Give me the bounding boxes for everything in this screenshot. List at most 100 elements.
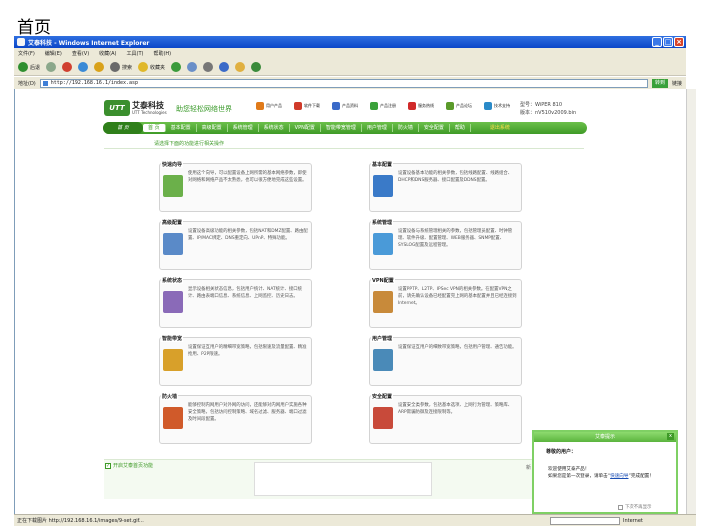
top-link-label: 软件下载 [304, 103, 320, 108]
card-title[interactable]: 系统状态 [161, 277, 184, 284]
card-title[interactable]: 安全配置 [371, 393, 394, 400]
card-title[interactable]: 快速向导 [161, 161, 184, 168]
card-title[interactable]: 系统管理 [371, 219, 394, 226]
card-icon[interactable] [163, 233, 183, 255]
toolbar-messenger-button[interactable] [251, 62, 262, 72]
popup-close-button[interactable]: x [667, 433, 674, 440]
top-link[interactable]: 服务热线 [408, 102, 434, 110]
go-button[interactable]: 转到 [651, 78, 668, 88]
nav-tab[interactable]: 帮助 [450, 124, 471, 132]
menu-bar: 文件(F) 编辑(E) 查看(V) 收藏(A) 工具(T) 帮助(H) [14, 48, 686, 59]
nav-tab[interactable]: VPN配置 [290, 124, 321, 132]
toolbar-back-button[interactable]: 后退 [18, 62, 40, 72]
toolbar-edit-button[interactable] [219, 62, 230, 72]
card-description: 能够控制内网用户对外网的访问，还能够对内网用户实施各种安全策略，包括访问控制策略… [188, 403, 307, 422]
card-icon[interactable] [373, 233, 393, 255]
toolbar-stop-button[interactable] [62, 62, 73, 72]
status-bar: 正在下载图片 http://192.168.16.1/images/9-set.… [14, 514, 696, 526]
stop-icon [62, 62, 73, 72]
links-button[interactable]: 链接 [672, 80, 682, 87]
nav-tab[interactable]: 用户管理 [362, 124, 393, 132]
toolbar-mail-button[interactable] [187, 62, 198, 72]
checkbox-icon[interactable]: ✓ [105, 462, 111, 469]
nav-tab[interactable]: 智能带宽管理 [321, 124, 362, 132]
nav-tab[interactable]: 安全配置 [419, 124, 450, 132]
menu-help[interactable]: 帮助(H) [153, 50, 171, 57]
page-heading: 首页 [17, 18, 51, 38]
vertical-scrollbar[interactable] [686, 89, 696, 514]
popup-footer[interactable]: 下次不再显示 [618, 504, 651, 510]
function-card[interactable]: 基本配置 设置设备基本功能的相关参数，包括线路配置、线路组合、DHCP和DNS服务… [369, 161, 522, 212]
top-link-icon [332, 102, 340, 110]
homepage-checkbox[interactable]: ✓ 开启艾泰首页功能 [105, 462, 153, 469]
card-title[interactable]: VPN配置 [371, 277, 395, 284]
toolbar-refresh-button[interactable] [78, 62, 89, 72]
card-icon[interactable] [373, 349, 393, 371]
folder-icon [235, 62, 246, 72]
nav-tab[interactable]: 系统状态 [259, 124, 290, 132]
card-icon[interactable] [163, 291, 183, 313]
function-card[interactable]: 智能带宽 设置保证互用户的精细带宽策略，包括限速及流量配置、精准抢用、P2P限速。 [159, 335, 312, 386]
top-link-icon [256, 102, 264, 110]
nav-tab[interactable]: 首 页 [143, 124, 166, 132]
menu-tools[interactable]: 工具(T) [127, 50, 144, 57]
function-card[interactable]: 高级配置 设置设备高级功能的相关参数，包括NAT和DMZ配置、路由配置、IP/MA… [159, 219, 312, 270]
favorites-icon [138, 62, 149, 72]
function-card[interactable]: 防火墙能够控制内网用户对外网的访问，还能够对内网用户实施各种安全策略，包括访问控… [159, 393, 312, 444]
top-link-label: 产品资料 [342, 103, 358, 108]
menu-view[interactable]: 查看(V) [72, 50, 89, 57]
card-icon[interactable] [163, 349, 183, 371]
nav-tab[interactable]: 防火墙 [393, 124, 419, 132]
top-link[interactable]: 软件下载 [294, 102, 320, 110]
toolbar-favorites-button[interactable]: 收藏夹 [138, 62, 165, 72]
nav-exit-button[interactable]: 退出系统 [485, 124, 515, 132]
top-link-label: 服务热线 [418, 103, 434, 108]
card-icon[interactable] [373, 291, 393, 313]
toolbar-history-button[interactable] [171, 62, 182, 72]
mail-icon [187, 62, 198, 72]
card-icon[interactable] [373, 175, 393, 197]
toolbar-forward-button[interactable] [46, 62, 57, 72]
function-card[interactable]: 系统管理 设置设备与系统管理相关的参数，包括管理员配置、时钟管理、软件升级、配置管… [369, 219, 522, 270]
function-card[interactable]: VPN配置 设置PPTP、L2TP、IPSec VPN的相关参数。在配置VPN之前… [369, 277, 522, 328]
menu-file[interactable]: 文件(F) [18, 50, 35, 57]
toolbar-search-button[interactable]: 搜索 [110, 62, 132, 72]
function-card[interactable]: 系统状态 显示设备相关状态信息，包括用户统计、NAT统计、接口统计、路由表端口信息… [159, 277, 312, 328]
card-icon[interactable] [163, 407, 183, 429]
function-card[interactable]: 快速向导 使用这个向导，可以配置设备上网所需的基本网络参数，即使对网络和网络产品不… [159, 161, 312, 212]
menu-edit[interactable]: 编辑(E) [45, 50, 62, 57]
toolbar-home-button[interactable] [94, 62, 105, 72]
top-link[interactable]: 产品注册 [370, 102, 396, 110]
nav-home-tab[interactable]: 首 页 [103, 122, 143, 134]
minimize-button[interactable]: _ [652, 37, 662, 47]
card-title[interactable]: 用户管理 [371, 335, 394, 342]
card-title[interactable]: 智能带宽 [161, 335, 184, 342]
toolbar-print-button[interactable] [203, 62, 214, 72]
address-input[interactable]: http://192.168.16.1/index.asp [39, 78, 648, 88]
toolbar-label: 搜索 [122, 64, 133, 71]
top-link[interactable]: 产品资料 [332, 102, 358, 110]
quick-wizard-link[interactable]: 快速向导 [610, 474, 628, 479]
close-button[interactable]: × [674, 37, 684, 47]
model-info: 型号：WiPER 810 版本：nV510v2009.bin [520, 101, 576, 117]
card-icon[interactable] [373, 407, 393, 429]
nav-tab[interactable]: 高级配置 [197, 124, 228, 132]
menu-favorites[interactable]: 收藏(A) [99, 50, 116, 57]
dont-show-checkbox[interactable] [618, 504, 623, 510]
top-link[interactable]: 产品论坛 [446, 102, 472, 110]
nav-tab[interactable]: 基本配置 [166, 124, 197, 132]
print-icon [203, 62, 214, 72]
top-link[interactable]: 技术支持 [484, 102, 510, 110]
function-card[interactable]: 安全配置 设置安全类参数，包括基本选项、上网行为管理、策略库、ARP欺骗防御及连接… [369, 393, 522, 444]
card-description: 设置安全类参数，包括基本选项、上网行为管理、策略库、ARP欺骗防御及连接限制等。 [398, 403, 513, 415]
top-link[interactable]: 用户产品 [256, 102, 282, 110]
card-title[interactable]: 基本配置 [371, 161, 394, 168]
card-icon[interactable] [163, 175, 183, 197]
maximize-button[interactable]: □ [663, 37, 673, 47]
nav-tab[interactable]: 系统管理 [228, 124, 259, 132]
edit-icon [219, 62, 230, 72]
card-title[interactable]: 高级配置 [161, 219, 184, 226]
function-card[interactable]: 用户管理 设置保证互用户的细致带宽策略，包括用户管理、通告功能。 [369, 335, 522, 386]
card-title[interactable]: 防火墙 [161, 393, 179, 400]
toolbar-folder-button[interactable] [235, 62, 246, 72]
